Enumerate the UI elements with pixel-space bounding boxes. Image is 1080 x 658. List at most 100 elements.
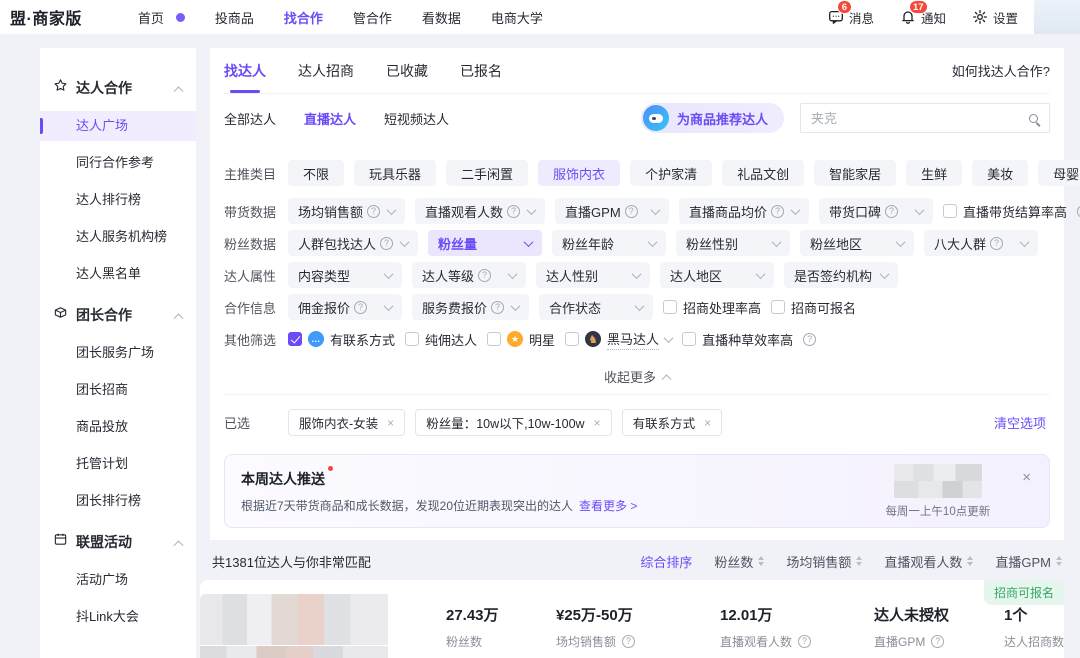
nav-item-2[interactable]: 找合作 bbox=[284, 8, 323, 27]
category-pill-0-2[interactable]: 二手闲置 bbox=[446, 160, 528, 186]
category-pill-0-3[interactable]: 服饰内衣 bbox=[538, 160, 620, 186]
sidebar-section-header-0[interactable]: 达人合作 bbox=[40, 72, 196, 104]
collapse-more-button[interactable]: 收起更多 bbox=[224, 358, 1050, 394]
chevron-down-icon bbox=[756, 269, 766, 279]
selected-tag-2[interactable]: 有联系方式× bbox=[622, 409, 723, 436]
remove-tag-icon[interactable]: × bbox=[594, 416, 601, 430]
filter-checkbox-5-4[interactable]: 直播种草效率高? bbox=[682, 330, 816, 349]
sort-option-0[interactable]: 综合排序 bbox=[640, 552, 692, 571]
tab-3[interactable]: 已报名 bbox=[460, 48, 502, 93]
user-avatar-blurred[interactable] bbox=[1034, 0, 1080, 34]
sort-option-1[interactable]: 粉丝数 bbox=[714, 552, 764, 571]
nav-item-4[interactable]: 看数据 bbox=[422, 8, 461, 27]
topbar-action-bell[interactable]: 通知17 bbox=[900, 8, 946, 27]
sidebar-item-2-1[interactable]: 抖Link大会 bbox=[40, 602, 196, 632]
filter-dropdown-2-3[interactable]: 粉丝性别 bbox=[676, 230, 790, 256]
filter-dropdown-1-3[interactable]: 直播商品均价? bbox=[679, 198, 809, 224]
selected-tag-1[interactable]: 粉丝量：10w以下,10w-100w× bbox=[415, 409, 611, 436]
info-icon: ? bbox=[491, 301, 504, 314]
filter-dropdown-4-1[interactable]: 服务费报价? bbox=[412, 294, 529, 320]
filter-dropdown-3-0[interactable]: 内容类型 bbox=[288, 262, 402, 288]
category-pill-0-6[interactable]: 智能家居 bbox=[814, 160, 896, 186]
filter-dropdown-1-4[interactable]: 带货口碑? bbox=[819, 198, 933, 224]
tab-2[interactable]: 已收藏 bbox=[386, 48, 428, 93]
topbar-action-gear[interactable]: 设置 bbox=[972, 8, 1018, 27]
filter-dropdown-3-4[interactable]: 是否签约机构 bbox=[784, 262, 898, 288]
filter-dropdown-2-5[interactable]: 八大人群? bbox=[924, 230, 1038, 256]
category-pill-0-9[interactable]: 母婴宠物 bbox=[1038, 160, 1080, 186]
category-pill-0-7[interactable]: 生鲜 bbox=[906, 160, 962, 186]
checkbox-unchecked[interactable] bbox=[487, 332, 501, 346]
filter-checkbox-5-1[interactable]: 纯佣达人 bbox=[405, 330, 477, 349]
tab-0[interactable]: 找达人 bbox=[224, 48, 266, 93]
checkbox-unchecked[interactable] bbox=[682, 332, 696, 346]
sidebar-item-0-2[interactable]: 达人排行榜 bbox=[40, 185, 196, 215]
filter-checkbox-1-5[interactable]: 直播带货结算率高? bbox=[943, 202, 1080, 221]
filter-dropdown-1-2[interactable]: 直播GPM? bbox=[555, 198, 669, 224]
checkbox-unchecked[interactable] bbox=[663, 300, 677, 314]
filter-checkbox-4-3[interactable]: 招商处理率高 bbox=[663, 298, 761, 317]
filter-checkbox-4-4[interactable]: 招商可报名 bbox=[771, 298, 856, 317]
filter-dropdown-3-2[interactable]: 达人性别 bbox=[536, 262, 650, 288]
filter-dropdown-1-0[interactable]: 场均销售额? bbox=[288, 198, 405, 224]
category-pill-0-4[interactable]: 个护家清 bbox=[630, 160, 712, 186]
clear-options-button[interactable]: 清空选项 bbox=[994, 413, 1050, 432]
sidebar-item-1-2[interactable]: 商品投放 bbox=[40, 412, 196, 442]
sidebar-section-header-2[interactable]: 联盟活动 bbox=[40, 526, 196, 558]
category-pill-0-8[interactable]: 美妆 bbox=[972, 160, 1028, 186]
filter-dropdown-4-2[interactable]: 合作状态 bbox=[539, 294, 653, 320]
sidebar-item-1-3[interactable]: 托管计划 bbox=[40, 449, 196, 479]
nav-item-1[interactable]: 投商品 bbox=[215, 8, 254, 27]
sort-option-2[interactable]: 场均销售额 bbox=[786, 552, 862, 571]
remove-tag-icon[interactable]: × bbox=[387, 416, 394, 430]
sort-option-3[interactable]: 直播观看人数 bbox=[884, 552, 973, 571]
search-button[interactable] bbox=[1017, 104, 1049, 132]
category-pill-0-5[interactable]: 礼品文创 bbox=[722, 160, 804, 186]
checkbox-unchecked[interactable] bbox=[565, 332, 579, 346]
sidebar-item-0-1[interactable]: 同行合作参考 bbox=[40, 148, 196, 178]
category-pill-0-1[interactable]: 玩具乐器 bbox=[354, 160, 436, 186]
recommend-experts-button[interactable]: 为商品推荐达人 bbox=[641, 103, 784, 133]
filter-dropdown-3-1[interactable]: 达人等级? bbox=[412, 262, 526, 288]
filter-checkbox-5-0[interactable]: …有联系方式 bbox=[288, 330, 395, 349]
filter-dropdown-3-3[interactable]: 达人地区 bbox=[660, 262, 774, 288]
filter-dropdown-2-2[interactable]: 粉丝年龄 bbox=[552, 230, 666, 256]
remove-tag-icon[interactable]: × bbox=[704, 416, 711, 430]
selected-tag-0[interactable]: 服饰内衣-女装× bbox=[288, 409, 405, 436]
filter-dropdown-2-4[interactable]: 粉丝地区 bbox=[800, 230, 914, 256]
filter-dropdown-2-0[interactable]: 人群包找达人? bbox=[288, 230, 418, 256]
see-more-link[interactable]: 查看更多 > bbox=[579, 499, 637, 513]
type-tab-1[interactable]: 直播达人 bbox=[304, 109, 356, 128]
sidebar-item-0-3[interactable]: 达人服务机构榜 bbox=[40, 222, 196, 252]
tab-1[interactable]: 达人招商 bbox=[298, 48, 354, 93]
sidebar-section-header-1[interactable]: 团长合作 bbox=[40, 299, 196, 331]
sidebar-item-0-4[interactable]: 达人黑名单 bbox=[40, 259, 196, 289]
filter-dropdown-1-1[interactable]: 直播观看人数? bbox=[415, 198, 545, 224]
checkbox-checked[interactable] bbox=[288, 332, 302, 346]
checkbox-unchecked[interactable] bbox=[771, 300, 785, 314]
sidebar-item-1-1[interactable]: 团长招商 bbox=[40, 375, 196, 405]
nav-item-5[interactable]: 电商大学 bbox=[491, 8, 543, 27]
sort-option-4[interactable]: 直播GPM bbox=[995, 552, 1062, 571]
banner-close-icon[interactable]: × bbox=[1022, 470, 1031, 485]
expert-avatar-blurred[interactable] bbox=[200, 594, 388, 658]
search-input[interactable] bbox=[801, 111, 1017, 126]
sidebar-item-2-0[interactable]: 活动广场 bbox=[40, 565, 196, 595]
help-link[interactable]: 如何找达人合作? bbox=[952, 61, 1050, 80]
type-tab-2[interactable]: 短视频达人 bbox=[384, 109, 449, 128]
filter-checkbox-5-3[interactable]: ♞黑马达人 bbox=[565, 329, 672, 350]
filter-checkbox-5-2[interactable]: ★明星 bbox=[487, 330, 555, 349]
sidebar-item-0-0[interactable]: 达人广场 bbox=[40, 111, 196, 141]
filter-dropdown-2-1[interactable]: 粉丝量 bbox=[428, 230, 542, 256]
filter-dropdown-4-0[interactable]: 佣金报价? bbox=[288, 294, 402, 320]
topbar-action-message[interactable]: 消息6 bbox=[828, 8, 874, 27]
sidebar-item-1-0[interactable]: 团长服务广场 bbox=[40, 338, 196, 368]
nav-item-0[interactable]: 首页 bbox=[138, 8, 185, 27]
checkbox-unchecked[interactable] bbox=[405, 332, 419, 346]
sidebar-item-1-4[interactable]: 团长排行榜 bbox=[40, 486, 196, 516]
checkbox-unchecked[interactable] bbox=[943, 204, 957, 218]
nav-item-3[interactable]: 管合作 bbox=[353, 8, 392, 27]
category-pill-0-0[interactable]: 不限 bbox=[288, 160, 344, 186]
type-tab-0[interactable]: 全部达人 bbox=[224, 109, 276, 128]
notification-badge: 6 bbox=[837, 0, 852, 14]
